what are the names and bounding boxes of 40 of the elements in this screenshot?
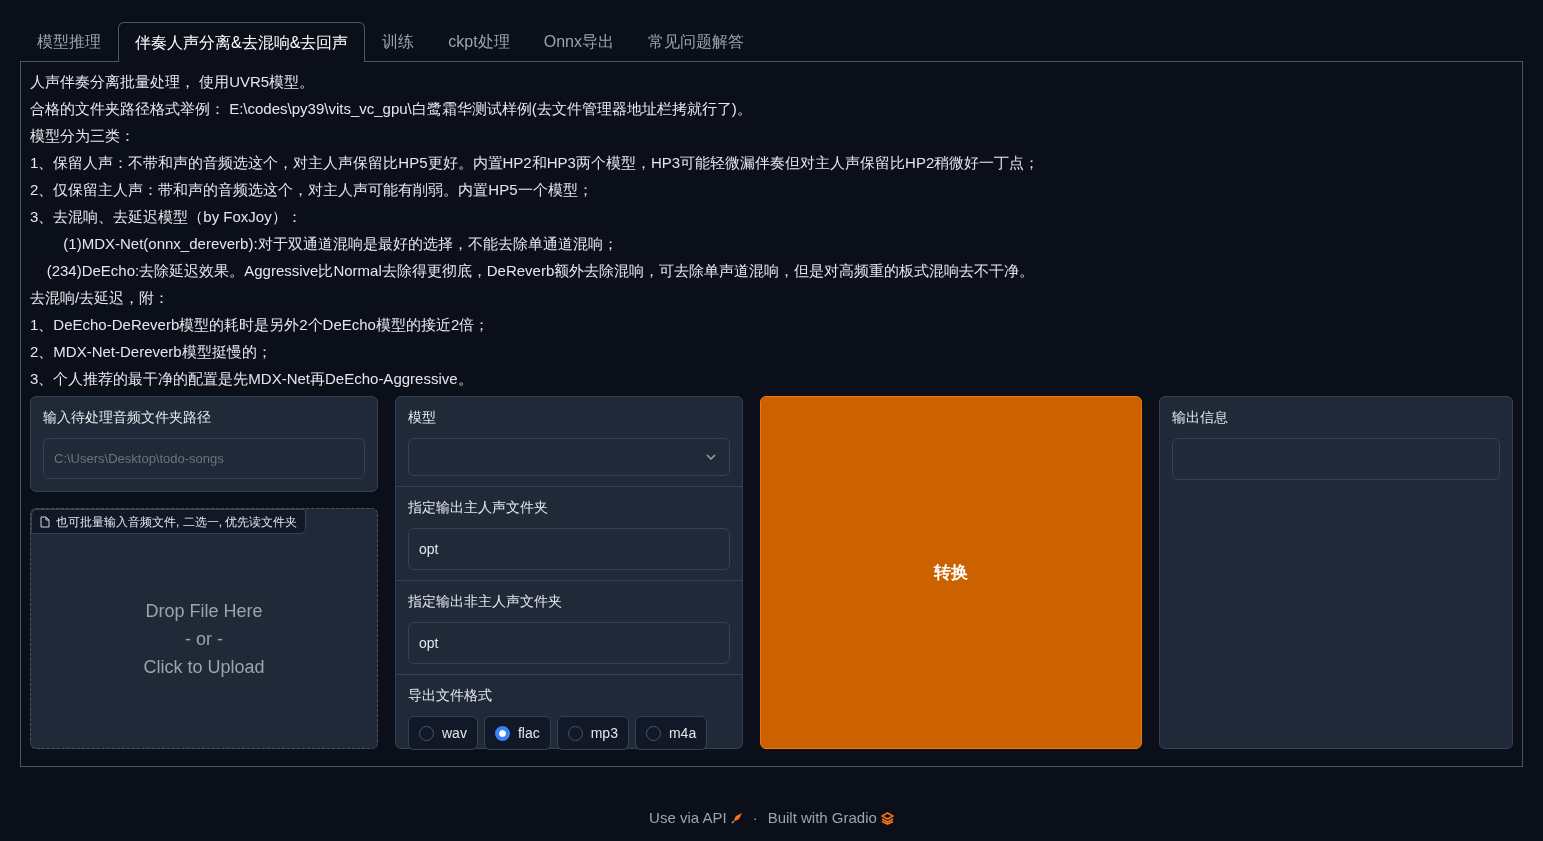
description-line: 人声伴奏分离批量处理， 使用UVR5模型。 <box>30 72 315 92</box>
description-line: (234)DeEcho:去除延迟效果。Aggressive比Normal去除得更彻底，DeReverb额外去除混响，可去除单声道混响，但是对高频重的板式混响去不干净。 <box>45 261 1035 281</box>
api-link[interactable]: Use via API <box>649 807 743 830</box>
drop-text: Click to Upload <box>143 655 265 679</box>
convert-button[interactable]: 转换 <box>760 396 1142 749</box>
tab[interactable]: ckpt处理 <box>431 23 527 61</box>
format-radio[interactable]: wav <box>408 716 478 750</box>
field-label: 指定输出非主人声文件夹 <box>408 592 562 611</box>
drop-text: Drop File Here <box>145 599 263 623</box>
upload-label: 也可批量输入音频文件, 二选一, 优先读文件夹 <box>31 509 307 534</box>
drop-text: - or - <box>185 627 223 651</box>
footer-separator: · <box>752 808 758 828</box>
folder-path-field[interactable]: C:\Users\Desktop\todo-songs <box>43 438 365 479</box>
tab[interactable]: 模型推理 <box>20 23 118 61</box>
description-line: 2、MDX-Net-Dereverb模型挺慢的； <box>30 342 272 362</box>
field-label: 导出文件格式 <box>408 686 492 705</box>
description-line: 2、仅保留主人声：带和声的音频选这个，对主人声可能有削弱。内置HP5一个模型； <box>30 180 593 200</box>
description-line: 3、个人推荐的最干净的配置是先MDX-Net再DeEcho-Aggressive。 <box>30 369 473 389</box>
tab[interactable]: 训练 <box>365 23 432 61</box>
field-label: 指定输出主人声文件夹 <box>408 498 548 517</box>
description-line: 模型分为三类： <box>30 126 135 146</box>
tab[interactable]: 常见问题解答 <box>630 23 761 61</box>
gradio-link[interactable]: Built with Gradio <box>767 807 894 830</box>
field-label: 模型 <box>408 408 436 427</box>
tab[interactable]: 伴奏人声分离&去混响&去回声 <box>118 22 366 62</box>
tab[interactable]: Onnx导出 <box>526 23 631 61</box>
description-line: 去混响/去延迟，附： <box>30 288 170 308</box>
description-line: 1、DeEcho-DeReverb模型的耗时是另外2个DeEcho模型的接近2倍； <box>30 315 490 335</box>
description-line: 1、保留人声：不带和声的音频选这个，对主人声保留比HP5更好。内置HP2和HP3两个模型，HP3可能轻微漏伴奏但对主人声保留比HP2稍微好一丁点； <box>30 153 1040 173</box>
field-label: 输出信息 <box>1172 408 1228 427</box>
description-line: (1)MDX-Net(onnx_dereverb):对于双通道混响是最好的选择，不能去除单通道混响； <box>62 234 618 254</box>
field-label: 输入待处理音频文件夹路径 <box>43 408 211 427</box>
format-radio[interactable]: flac <box>483 716 551 750</box>
format-radio[interactable]: m4a <box>634 716 708 750</box>
folder-field[interactable]: opt <box>408 622 730 664</box>
folder-field[interactable]: opt <box>408 528 730 570</box>
file-drop-zone[interactable]: 也可批量输入音频文件, 二选一, 优先读文件夹 Drop File Here - or - Click to Upload <box>30 508 378 749</box>
description-line: 3、去混响、去延迟模型（by FoxJoy）： <box>30 207 302 227</box>
format-radio[interactable]: mp3 <box>556 716 629 750</box>
description-line: 合格的文件夹路径格式举例： E:\codes\py39\vits_vc_gpu\白鹭霜华测试样例(去文件管理器地址栏拷就行了)。 <box>30 99 752 119</box>
